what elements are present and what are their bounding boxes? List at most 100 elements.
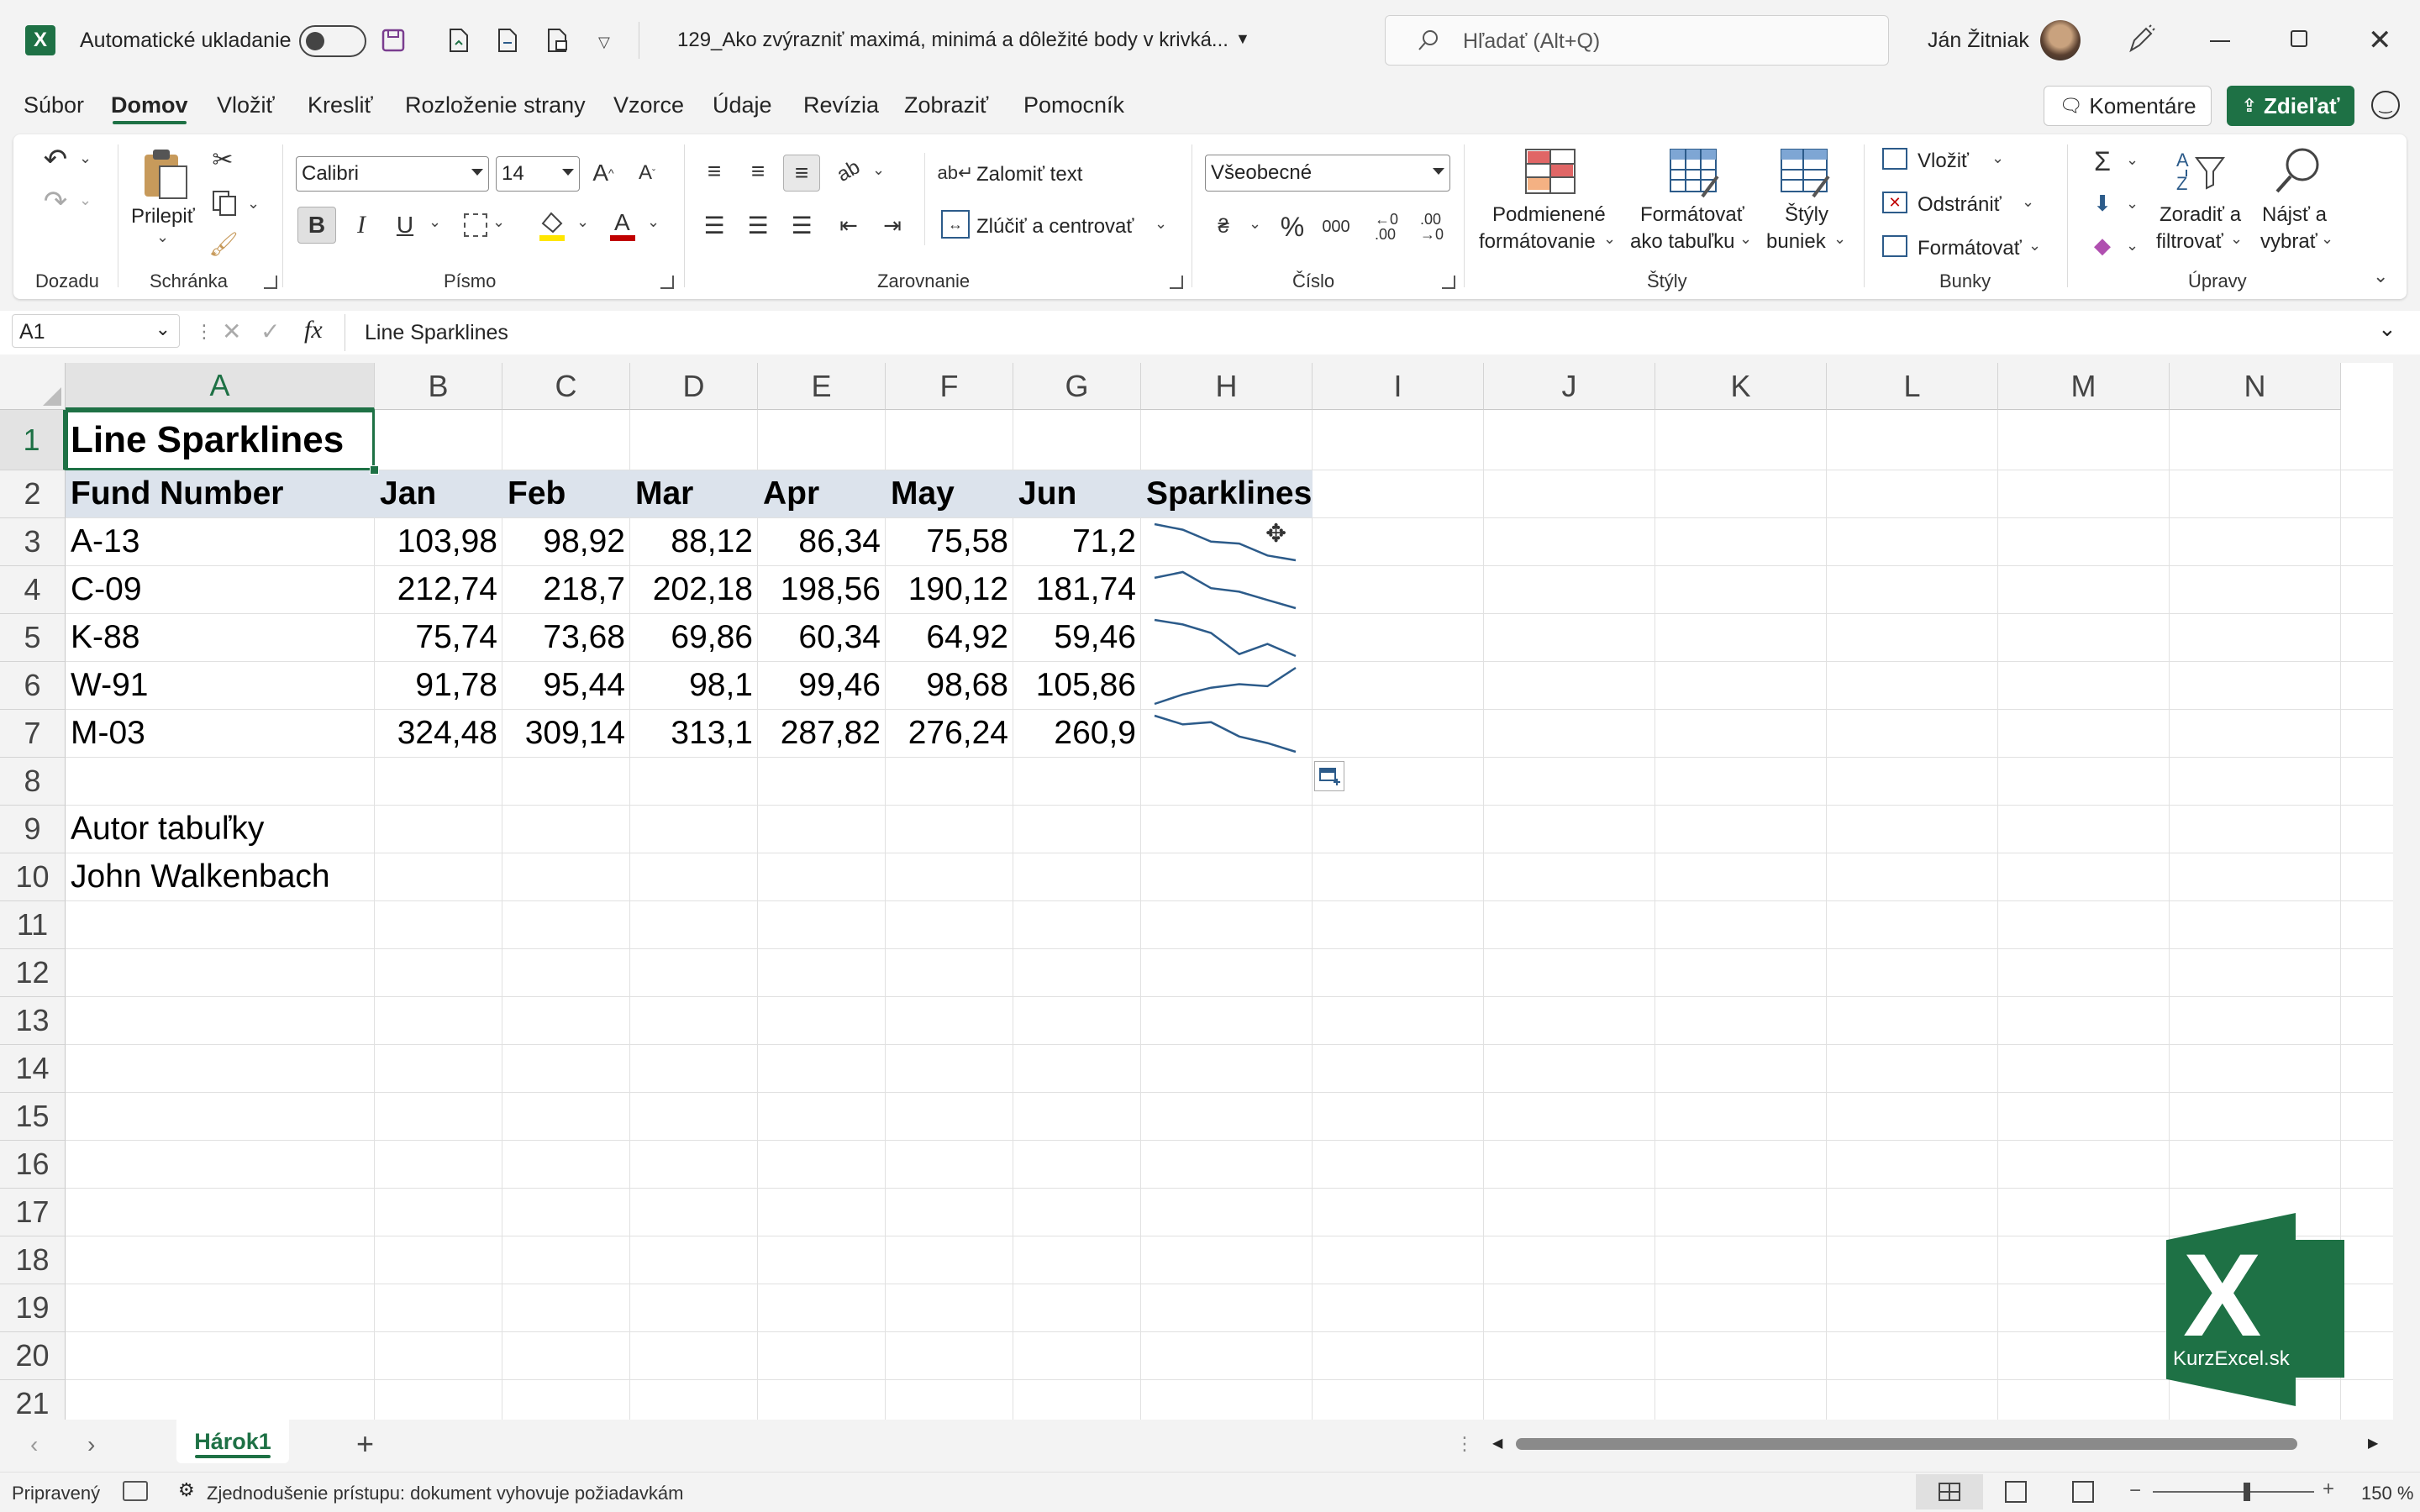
row-header-10[interactable]: 10 (0, 853, 66, 901)
increase-indent-icon[interactable]: ⇥ (876, 208, 909, 242)
value-cell[interactable]: 95,44 (502, 662, 630, 709)
redo-dropdown-icon[interactable]: ⌄ (79, 192, 92, 209)
autosum-icon[interactable]: Σ (2086, 144, 2119, 178)
conditional-formatting-label-1[interactable]: Podmienené (1492, 202, 1606, 228)
header-cell[interactable]: Mar (630, 470, 758, 517)
delete-cells-button[interactable]: Odstrániť (1918, 192, 2002, 218)
insert-cells-icon[interactable] (1882, 148, 1907, 170)
menu-view[interactable]: Zobraziť (904, 92, 988, 118)
autosave-toggle[interactable] (299, 25, 366, 57)
format-as-table-label-2[interactable]: ako tabuľku (1630, 228, 1734, 255)
avatar[interactable] (2040, 20, 2081, 60)
row-header-18[interactable]: 18 (0, 1236, 66, 1284)
italic-button[interactable]: I (345, 207, 378, 244)
menu-file[interactable]: Súbor (24, 92, 84, 118)
sort-filter-dropdown-icon[interactable]: ⌄ (2230, 230, 2243, 248)
fund-number-cell[interactable]: M-03 (66, 710, 375, 757)
merge-center-icon[interactable]: ↔ (941, 210, 970, 239)
conditional-formatting-icon[interactable] (1524, 148, 1576, 199)
save-icon[interactable] (376, 24, 410, 57)
menu-draw[interactable]: Kresliť (308, 92, 373, 118)
fill-icon[interactable]: ⬇ (2086, 186, 2119, 220)
file-name[interactable]: 129_Ako zvýrazniť maximá, minimá a dôlež… (677, 29, 1228, 52)
autosum-dropdown-icon[interactable]: ⌄ (2126, 151, 2139, 169)
row-header-8[interactable]: 8 (0, 758, 66, 806)
format-as-table-label-1[interactable]: Formátovať (1640, 202, 1744, 228)
row-header-15[interactable]: 15 (0, 1093, 66, 1141)
zoom-out-icon[interactable]: − (2129, 1479, 2141, 1503)
delete-dropdown-icon[interactable]: ⌄ (2022, 193, 2034, 211)
accessibility-icon[interactable]: ⚙ (178, 1479, 195, 1501)
next-sheet-icon[interactable]: › (87, 1431, 95, 1458)
borders-icon[interactable] (464, 213, 487, 237)
column-header-h[interactable]: H (1141, 363, 1313, 410)
value-cell[interactable]: 324,48 (375, 710, 502, 757)
horizontal-scrollbar[interactable]: ◀ ▶ (1487, 1431, 2385, 1457)
value-cell[interactable]: 98,1 (630, 662, 758, 709)
restore-icon[interactable] (2291, 30, 2307, 47)
row-header-9[interactable]: 9 (0, 806, 66, 853)
column-header-i[interactable]: I (1313, 363, 1484, 410)
fund-number-cell[interactable]: A-13 (66, 518, 375, 565)
decrease-decimal-icon[interactable]: .00 →0 (1413, 208, 1450, 245)
fill-color-icon[interactable] (538, 208, 566, 246)
author-label-cell[interactable]: Autor tabuľky (66, 806, 375, 853)
value-cell[interactable]: 212,74 (375, 566, 502, 613)
header-cell[interactable]: Sparklines (1141, 470, 1313, 517)
align-right-icon[interactable]: ☰ (785, 208, 818, 242)
column-header-n[interactable]: N (2170, 363, 2341, 410)
row-header-21[interactable]: 21 (0, 1380, 66, 1420)
align-middle-icon[interactable]: ≡ (741, 155, 775, 188)
value-cell[interactable]: 75,74 (375, 614, 502, 661)
font-color-icon[interactable]: A (608, 208, 637, 246)
value-cell[interactable]: 287,82 (758, 710, 886, 757)
value-cell[interactable]: 71,2 (1013, 518, 1141, 565)
header-cell[interactable]: Jun (1013, 470, 1141, 517)
menu-help[interactable]: Pomocník (1023, 92, 1124, 118)
find-select-label-1[interactable]: Nájsť a (2262, 202, 2327, 228)
conditional-formatting-label-2[interactable]: formátovanie (1479, 228, 1596, 255)
comma-style-icon[interactable]: 000 (1318, 210, 1355, 244)
value-cell[interactable]: 105,86 (1013, 662, 1141, 709)
underline-dropdown-icon[interactable]: ⌄ (429, 213, 441, 231)
row-header-1[interactable]: 1 (0, 410, 66, 470)
font-size-select[interactable]: 14 (496, 156, 580, 192)
delete-cells-icon[interactable]: ✕ (1882, 192, 1907, 213)
search-box[interactable]: Hľadať (Alt+Q) (1385, 15, 1889, 66)
column-header-j[interactable]: J (1484, 363, 1655, 410)
value-cell[interactable]: 202,18 (630, 566, 758, 613)
accounting-dropdown-icon[interactable]: ⌄ (1249, 215, 1261, 233)
insert-cells-button[interactable]: Vložiť (1918, 148, 1969, 174)
scroll-left-icon[interactable]: ◀ (1492, 1435, 1502, 1452)
row-header-14[interactable]: 14 (0, 1045, 66, 1093)
worksheet-grid[interactable]: ABCDEFGHIJKLMN 1 2 3 4 5 6 7 8 9 10 11 12 13 14 15 16 17… (0, 363, 2393, 1420)
name-box[interactable]: A1 ⌄ (12, 314, 180, 348)
fund-number-cell[interactable]: K-88 (66, 614, 375, 661)
value-cell[interactable]: 59,46 (1013, 614, 1141, 661)
font-launcher-icon[interactable] (660, 276, 674, 289)
menu-review[interactable]: Revízia (803, 92, 879, 118)
format-table-dropdown-icon[interactable]: ⌄ (1739, 230, 1752, 248)
menu-data[interactable]: Údaje (713, 92, 772, 118)
paste-dropdown-icon[interactable]: ⌄ (156, 228, 169, 246)
scroll-right-icon[interactable]: ▶ (2368, 1435, 2378, 1452)
value-cell[interactable]: 260,9 (1013, 710, 1141, 757)
formula-bar-grip-icon[interactable]: ⋮ (195, 321, 213, 343)
format-cells-button[interactable]: Formátovať (1918, 235, 2022, 261)
column-header-g[interactable]: G (1013, 363, 1141, 410)
zoom-in-icon[interactable]: + (2323, 1478, 2334, 1501)
paste-icon[interactable] (141, 148, 190, 204)
fill-handle[interactable] (370, 465, 379, 475)
row-header-4[interactable]: 4 (0, 566, 66, 614)
row-header-13[interactable]: 13 (0, 997, 66, 1045)
value-cell[interactable]: 69,86 (630, 614, 758, 661)
author-name-cell[interactable]: John Walkenbach (66, 853, 375, 900)
undo-icon[interactable]: ↶ (37, 143, 74, 176)
header-cell[interactable]: May (886, 470, 1013, 517)
zoom-level[interactable]: 150 % (2361, 1483, 2413, 1504)
align-bottom-icon[interactable]: ≡ (783, 155, 820, 192)
cut-icon[interactable]: ✂ (208, 143, 237, 176)
column-header-c[interactable]: C (502, 363, 630, 410)
column-header-d[interactable]: D (630, 363, 758, 410)
horizontal-scroll-thumb[interactable] (1516, 1438, 2297, 1450)
